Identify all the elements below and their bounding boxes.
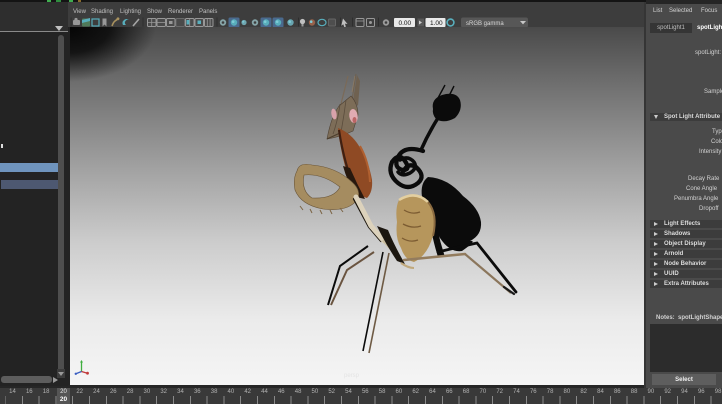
svg-text:1.00: 1.00 [430,20,443,27]
svg-text:0.00: 0.00 [399,20,412,27]
